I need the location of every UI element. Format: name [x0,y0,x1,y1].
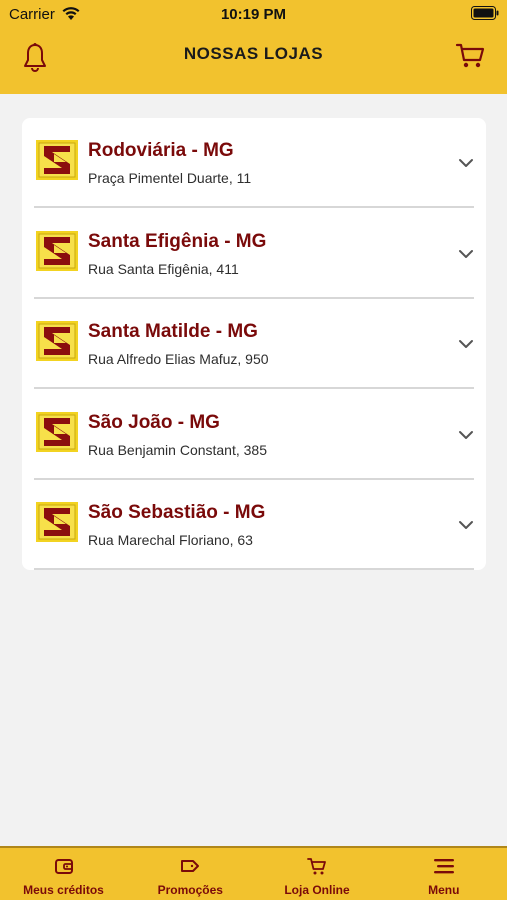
chevron-down-icon[interactable] [458,339,474,349]
status-time: 10:19 PM [220,6,287,23]
cart-icon [307,858,326,875]
tab-meus-cr-ditos[interactable]: Meus créditos [0,848,127,900]
tab-promo-es[interactable]: Promoções [127,848,254,900]
chevron-down-icon[interactable] [458,158,474,168]
menu-icon [433,859,454,874]
status-bar: Carrier 10:19 PM [0,0,507,28]
tag-icon [181,860,200,872]
chevron-down-icon[interactable] [458,430,474,440]
store-logo [36,230,78,271]
tab-label: Loja Online [284,883,350,897]
navigation-header: NOSSAS LOJAS [0,28,507,94]
chevron-down-icon[interactable] [458,520,474,530]
store-logo [36,411,78,452]
store-address: Rua Benjamin Constant, 385 [88,441,267,458]
page-title: NOSSAS LOJAS [183,44,324,63]
store-name: Rodoviária - MG [88,140,234,161]
store-list-item[interactable]: São João - MG Rua Benjamin Constant, 385 [34,390,474,480]
store-list-item[interactable]: Santa Matilde - MG Rua Alfredo Elias Maf… [34,299,474,389]
store-name: São João - MG [88,411,220,433]
store-logo [36,321,78,361]
tab-label: Promoções [157,883,223,897]
tab-loja-online[interactable]: Loja Online [254,848,381,900]
store-logo [36,140,78,180]
store-list-card: Rodoviária - MG Praça Pimentel Duarte, 1… [22,118,486,570]
store-logo [36,502,78,542]
store-name: Santa Efigênia - MG [88,230,267,252]
wallet-icon [54,859,73,874]
tab-bar: Meus créditos Promoções Loja Online Menu [0,846,507,900]
tab-label: Meus créditos [23,883,104,897]
store-list-item[interactable]: Santa Efigênia - MG Rua Santa Efigênia, … [34,209,474,299]
tab-menu[interactable]: Menu [380,848,507,900]
store-name: São Sebastião - MG [88,502,266,523]
store-list-item[interactable]: São Sebastião - MG Rua Marechal Floriano… [34,480,474,570]
battery-icon [471,6,499,20]
store-address: Rua Alfredo Elias Mafuz, 950 [88,351,269,367]
store-address: Rua Marechal Floriano, 63 [88,532,253,548]
tab-label: Menu [428,883,460,897]
store-list-item[interactable]: Rodoviária - MG Praça Pimentel Duarte, 1… [34,118,474,208]
store-name: Santa Matilde - MG [88,321,258,342]
chevron-down-icon[interactable] [458,249,474,259]
cart-icon[interactable] [455,42,485,70]
store-address: Praça Pimentel Duarte, 11 [88,170,252,186]
store-address: Rua Santa Efigênia, 411 [88,260,239,277]
